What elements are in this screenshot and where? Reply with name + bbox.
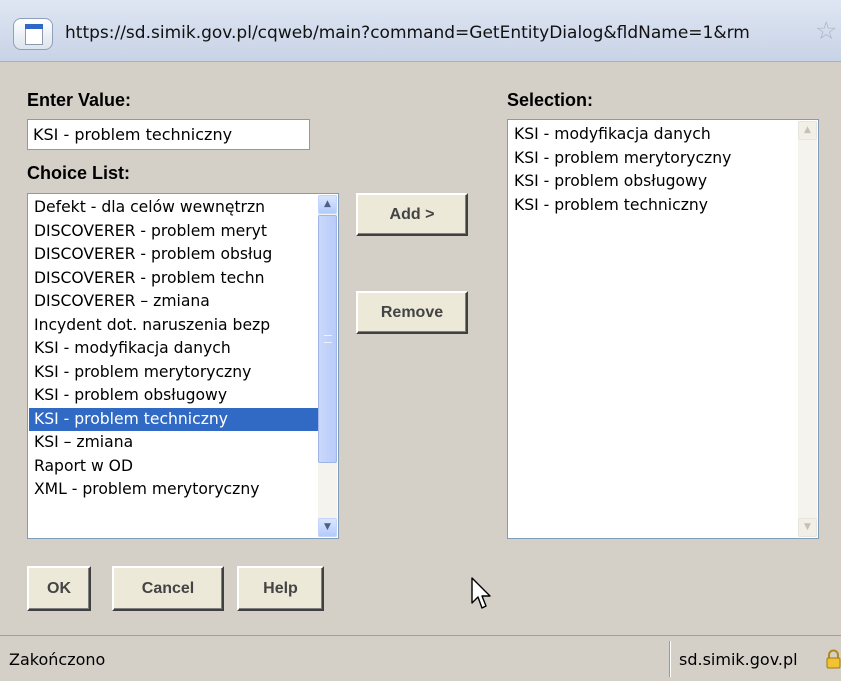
url-text[interactable]: https://sd.simik.gov.pl/cqweb/main?comma… [65,22,810,44]
ok-button[interactable]: OK [27,566,91,611]
scroll-down-arrow-icon[interactable]: ▼ [318,518,337,537]
status-separator [669,641,671,677]
page-icon[interactable] [13,18,53,50]
document-icon [25,24,43,45]
choice-item[interactable]: DISCOVERER - problem techn [29,267,319,291]
star-icon[interactable]: ☆ [815,18,837,43]
choice-item[interactable]: XML - problem merytoryczny [29,478,319,502]
status-bar: Zakończono sd.simik.gov.pl [0,635,841,681]
choice-item[interactable]: Raport w OD [29,455,319,479]
scroll-up-arrow-icon[interactable]: ▲ [318,195,337,214]
choice-listbox[interactable]: Defekt - dla celów wewnętrzn DISCOVERER … [27,193,339,539]
choice-item[interactable]: KSI – zmiana [29,431,319,455]
selection-item[interactable]: KSI - problem techniczny [509,194,799,218]
choice-item[interactable]: KSI - problem obsługowy [29,384,319,408]
selection-item[interactable]: KSI - problem merytoryczny [509,147,799,171]
selection-label: Selection: [507,90,594,110]
lock-icon[interactable] [826,649,841,669]
choice-item[interactable]: KSI - problem merytoryczny [29,361,319,385]
entity-dialog: Enter Value: KSI - problem techniczny Ch… [0,62,841,635]
mouse-cursor-icon [471,577,491,609]
selection-item[interactable]: KSI - modyfikacja danych [509,123,799,147]
help-button[interactable]: Help [237,566,324,611]
scroll-up-arrow-icon: ▲ [798,121,817,140]
remove-button[interactable]: Remove [356,291,468,334]
choice-item[interactable]: DISCOVERER – zmiana [29,290,319,314]
choice-item[interactable]: DISCOVERER - problem meryt [29,220,319,244]
enter-value-label: Enter Value: [27,90,132,110]
status-text: Zakończono [9,650,106,669]
selection-scrollbar: ▲ ▼ [798,121,817,537]
choice-item[interactable]: KSI - modyfikacja danych [29,337,319,361]
cancel-button[interactable]: Cancel [112,566,224,611]
scroll-thumb[interactable] [318,215,337,463]
status-domain: sd.simik.gov.pl [679,650,798,669]
choice-list-label: Choice List: [27,163,131,183]
selection-item[interactable]: KSI - problem obsługowy [509,170,799,194]
grip-icon [324,335,332,343]
choice-item[interactable]: Incydent dot. naruszenia bezp [29,314,319,338]
choice-item[interactable]: Defekt - dla celów wewnętrzn [29,196,319,220]
selection-listbox[interactable]: KSI - modyfikacja danych KSI - problem m… [507,119,819,539]
choice-item[interactable]: DISCOVERER - problem obsług [29,243,319,267]
scroll-down-arrow-icon: ▼ [798,518,817,537]
choice-scrollbar[interactable]: ▲ ▼ [318,195,337,537]
enter-value-input[interactable]: KSI - problem techniczny [27,119,310,150]
choice-item-selected[interactable]: KSI - problem techniczny [29,407,319,431]
add-button[interactable]: Add > [356,193,468,236]
address-bar: https://sd.simik.gov.pl/cqweb/main?comma… [0,0,841,62]
